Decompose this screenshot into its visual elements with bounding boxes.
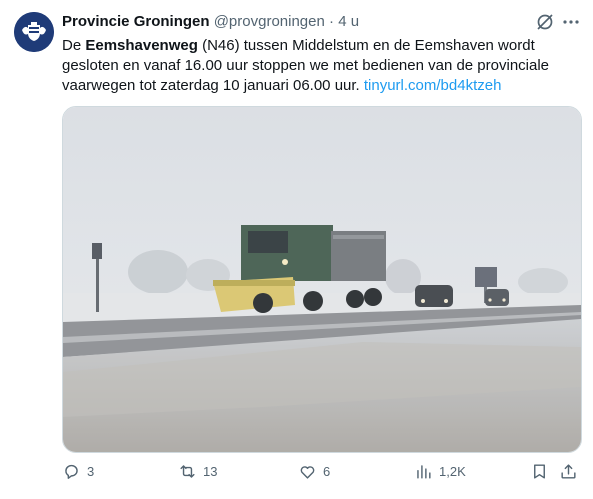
- display-name[interactable]: Provincie Groningen: [62, 13, 210, 30]
- views-count: 1,2K: [439, 464, 466, 479]
- more-icon[interactable]: [561, 12, 581, 32]
- views-button[interactable]: 1,2K: [414, 462, 466, 481]
- like-count: 6: [323, 464, 331, 479]
- share-button[interactable]: [559, 462, 578, 481]
- repost-count: 13: [203, 464, 218, 479]
- reply-icon: [65, 464, 78, 479]
- tweet-text: De Eemshavenweg (N46) tussen Middelstum …: [62, 36, 582, 96]
- views-icon: [417, 465, 431, 479]
- bookmark-icon: [534, 464, 545, 479]
- reply-count: 3: [87, 464, 95, 479]
- share-icon: [561, 464, 576, 479]
- tweet-actions: 3 13 6 1,2K: [62, 462, 582, 486]
- tweet-text-bold: Eemshavenweg: [85, 37, 198, 54]
- repost-icon: [180, 465, 195, 478]
- heart-icon: [300, 466, 315, 479]
- tweet-photo[interactable]: [62, 106, 582, 453]
- separator: ·: [329, 13, 335, 30]
- province-crest-icon: [14, 12, 54, 52]
- reply-button[interactable]: 3: [62, 462, 94, 481]
- snowplow-photo: [63, 107, 581, 452]
- repost-button[interactable]: 13: [178, 462, 217, 481]
- timestamp[interactable]: 4 u: [338, 13, 359, 30]
- tweet-header: Provincie Groningen @provgroningen · 4 u: [62, 13, 359, 30]
- handle[interactable]: @provgroningen: [214, 13, 325, 30]
- avatar[interactable]: [14, 12, 54, 52]
- grok-icon[interactable]: [535, 12, 555, 32]
- tweet-link[interactable]: tinyurl.com/bd4ktzeh: [364, 77, 502, 94]
- bookmark-button[interactable]: [530, 462, 549, 481]
- tweet-text-part-1: De: [62, 37, 86, 54]
- like-button[interactable]: 6: [298, 462, 330, 481]
